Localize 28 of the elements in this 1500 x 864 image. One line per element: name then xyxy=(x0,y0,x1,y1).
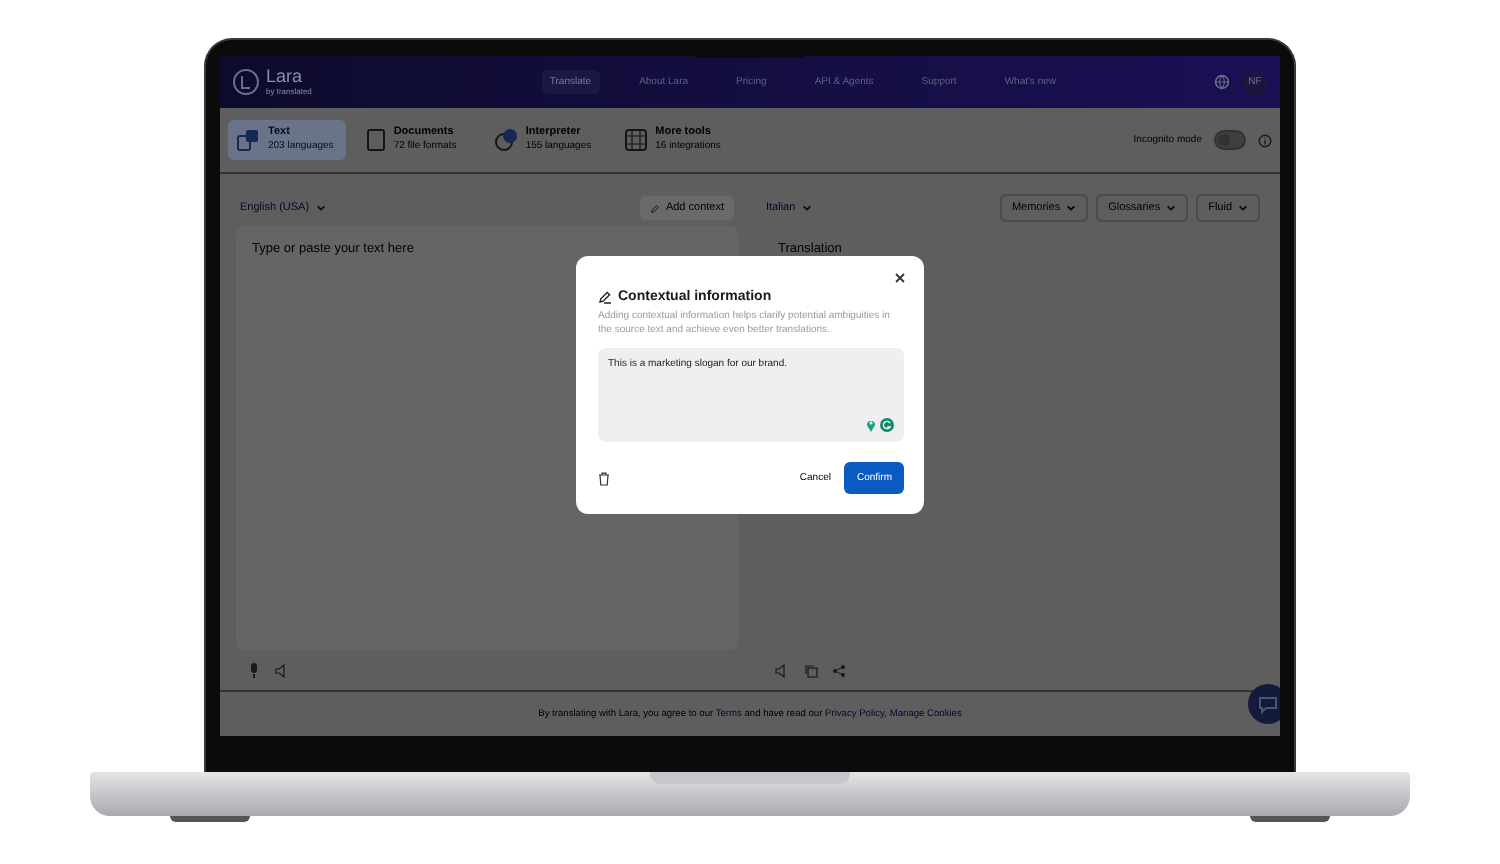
globe-icon[interactable] xyxy=(1214,74,1230,90)
chevron-icon xyxy=(1166,204,1177,212)
assistant-icon xyxy=(880,418,894,432)
chevron-icon xyxy=(1066,204,1077,212)
speaker-icon[interactable] xyxy=(274,663,290,677)
incognito-toggle[interactable] xyxy=(1214,130,1246,150)
chevron-icon xyxy=(315,204,326,212)
close-button[interactable] xyxy=(894,270,906,288)
chat-icon xyxy=(1258,695,1278,713)
logo-icon xyxy=(232,68,260,96)
chevron-icon xyxy=(801,204,812,212)
pencil-icon xyxy=(598,290,612,304)
share-icon[interactable] xyxy=(832,663,846,677)
grid-icon xyxy=(623,128,648,152)
logo-text: Lara xyxy=(266,66,303,86)
pencil-icon xyxy=(649,203,660,213)
translate-icon xyxy=(236,128,260,152)
copy-icon[interactable] xyxy=(804,663,818,677)
microphone-icon[interactable] xyxy=(248,662,260,678)
document-icon xyxy=(365,128,386,152)
trash-icon[interactable] xyxy=(598,471,610,485)
pin-icon xyxy=(866,418,876,432)
info-icon[interactable] xyxy=(1258,133,1272,147)
close-icon xyxy=(894,272,906,284)
chat-button[interactable] xyxy=(1248,684,1280,724)
chevron-icon xyxy=(1238,204,1248,212)
speech-bubble-icon xyxy=(493,128,518,152)
speaker-icon[interactable] xyxy=(774,663,790,677)
